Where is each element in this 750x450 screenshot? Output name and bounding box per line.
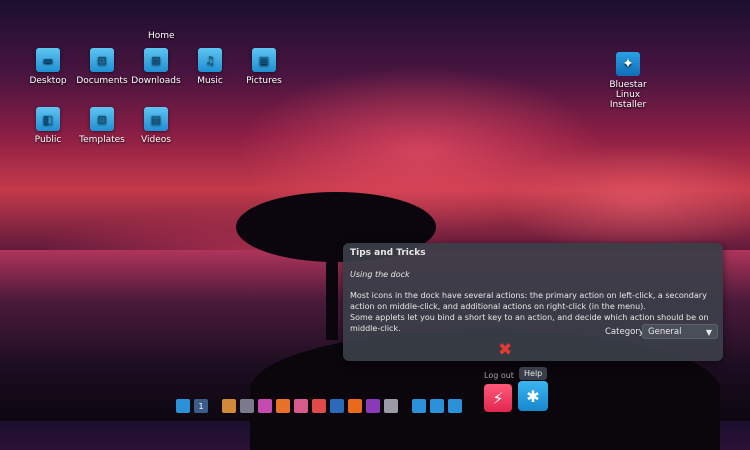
browser-icon[interactable] [330,399,344,413]
tips-and-tricks-dialog: Tips and Tricks Using the dock Most icon… [343,243,723,361]
accessibility-icon: ✱ [526,386,540,406]
media-player-icon[interactable] [276,399,290,413]
folder-icon: ▤ [144,107,168,131]
home-folder-icon[interactable] [412,399,426,413]
icon-label: Videos [141,135,171,145]
icon-label: Pictures [246,76,282,86]
installer-icon: ✦ [616,52,640,76]
installer-label-line2: Installer [609,100,647,110]
tips-title: Tips and Tricks [350,248,426,258]
category-label: Category [605,327,644,337]
pictures-folder-icon[interactable]: ▣ Pictures [232,48,296,86]
show-desktop-icon[interactable] [176,399,190,413]
pdf-viewer-icon[interactable] [312,399,326,413]
close-icon[interactable]: ✖ [498,340,512,360]
help-tooltip: Help [519,367,548,380]
logout-button[interactable]: ⚡ [484,384,512,412]
category-value: General [648,327,682,337]
network-icon[interactable] [430,399,444,413]
chevron-down-icon: ▼ [705,328,712,337]
file-manager-icon[interactable] [222,399,236,413]
wallpaper-tree-trunk [326,250,338,340]
folder-icon: ⊡ [90,107,114,131]
settings-gear-icon[interactable] [384,399,398,413]
folder-icon: ♫ [198,48,222,72]
videos-folder-icon[interactable]: ▤ Videos [124,107,188,145]
office-app-icon[interactable] [294,399,308,413]
folder-icon: ▣ [252,48,276,72]
workspace-switcher[interactable]: 1 [194,399,208,413]
installer-label-line1: Bluestar Linux [609,80,647,100]
graphics-app-icon[interactable] [258,399,272,413]
tips-subtitle: Using the dock [350,270,410,279]
dock: 1 [176,397,462,415]
help-button[interactable]: ✱ [518,381,548,411]
workspace-number: 1 [198,401,204,411]
category-select[interactable]: General ▼ [642,324,718,339]
mail-app-icon[interactable] [348,399,362,413]
folder-icon: ⊞ [144,48,168,72]
logout-label: Log out [484,371,514,380]
chat-app-icon[interactable] [366,399,380,413]
home-group-label: Home [148,31,175,41]
text-editor-icon[interactable] [240,399,254,413]
folder-icon: ⊡ [90,48,114,72]
folder-icon: ▬ [36,48,60,72]
trash-icon[interactable] [448,399,462,413]
installer-shortcut[interactable]: ✦ Bluestar Linux Installer [596,52,660,110]
folder-icon: ◧ [36,107,60,131]
tips-body-line1: Most icons in the dock have several acti… [350,291,707,311]
power-icon: ⚡ [492,388,504,408]
